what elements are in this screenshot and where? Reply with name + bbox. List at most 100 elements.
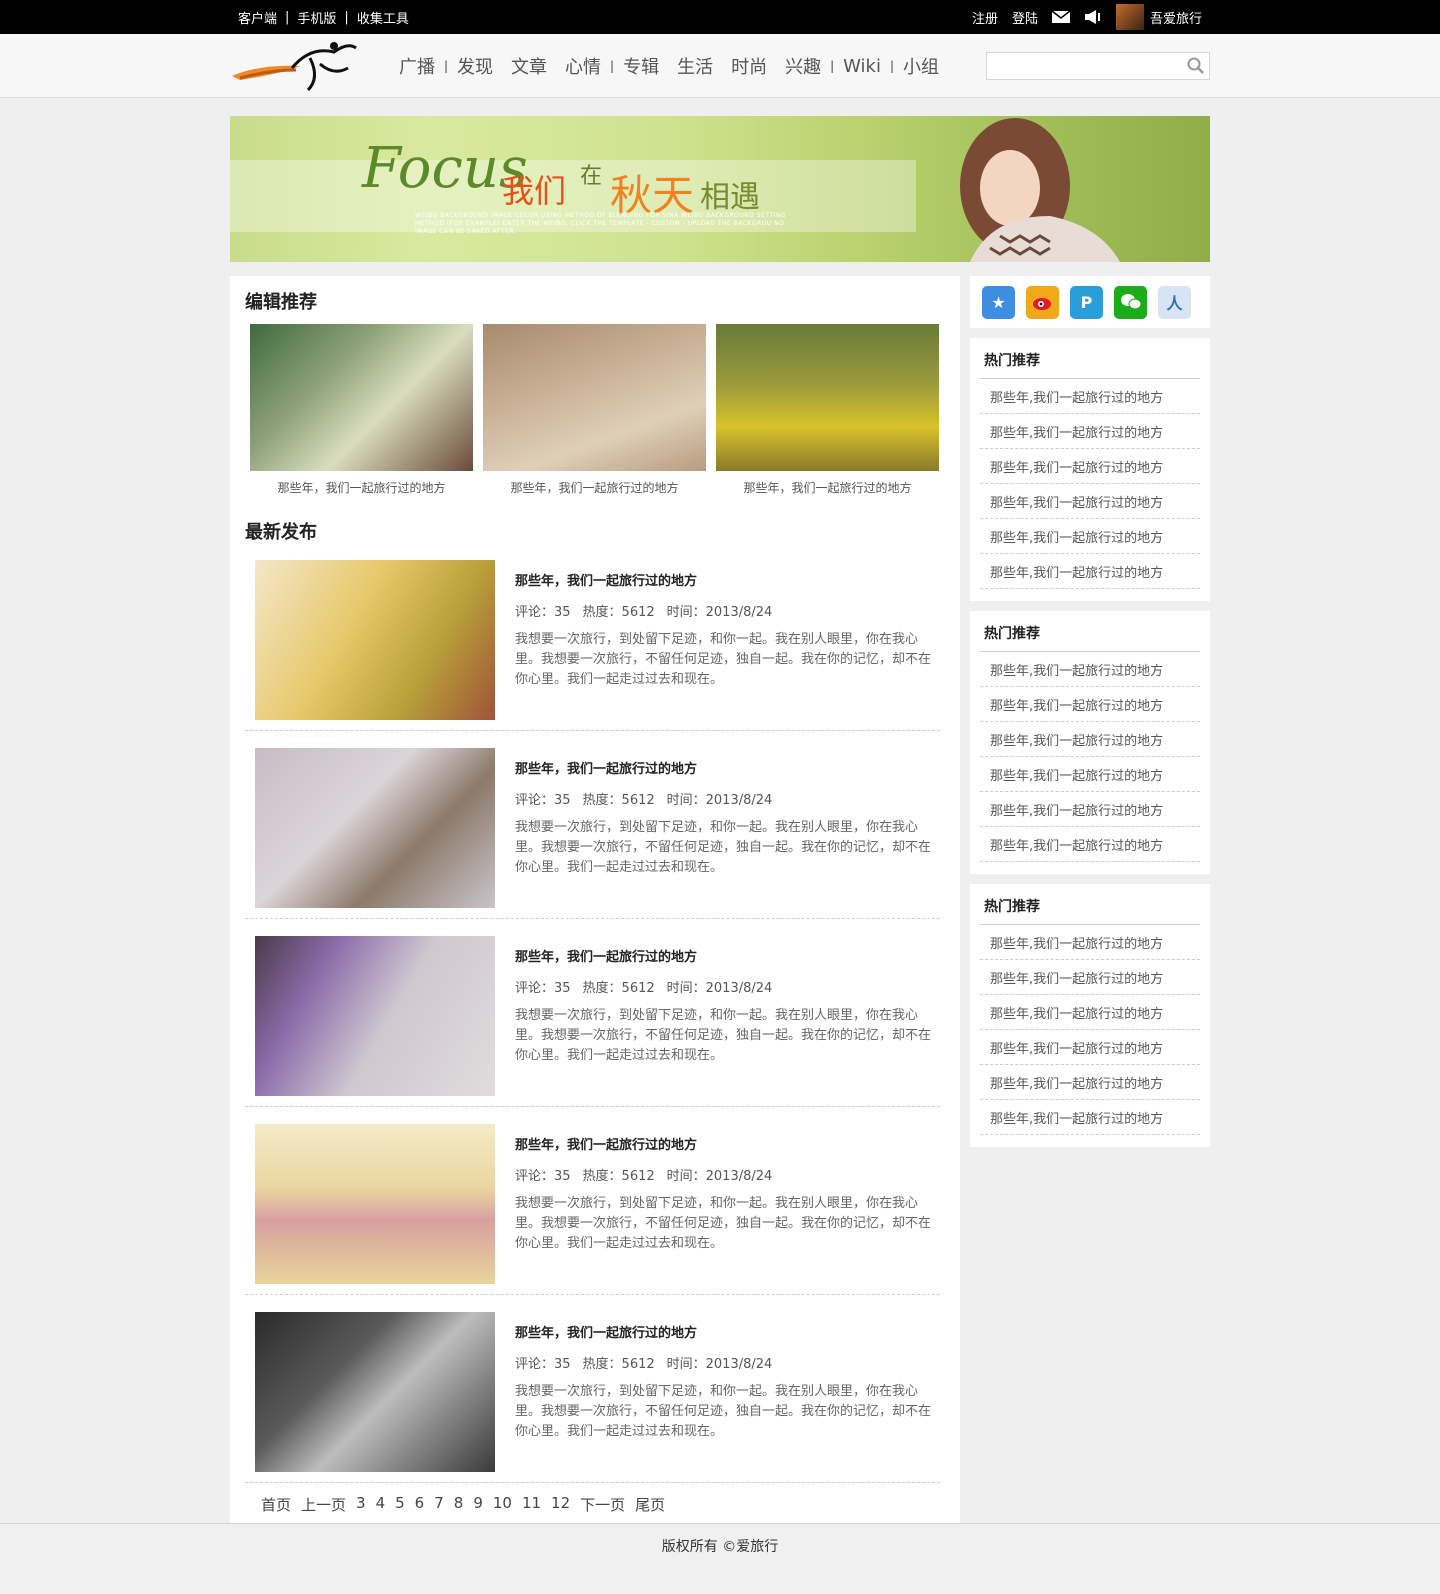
hot-item[interactable]: 那些年,我们一起旅行过的地方 xyxy=(980,722,1200,757)
qzone-icon[interactable]: ★ xyxy=(982,285,1015,319)
banner-photo xyxy=(930,116,1140,262)
hot-item[interactable]: 那些年,我们一起旅行过的地方 xyxy=(980,414,1200,449)
hot-item[interactable]: 那些年,我们一起旅行过的地方 xyxy=(980,519,1200,554)
post-item[interactable]: 那些年，我们一起旅行过的地方 评论：35 热度：5612 时间：2013/8/24 … xyxy=(245,554,940,731)
hot-item[interactable]: 那些年,我们一起旅行过的地方 xyxy=(980,1100,1200,1135)
post-title[interactable]: 那些年，我们一起旅行过的地方 xyxy=(515,570,933,589)
copyright: 版权所有 ©爱旅行 xyxy=(661,1539,779,1555)
editor-recs-title: 编辑推荐 xyxy=(245,292,317,313)
collect-tool-link[interactable]: 收集工具 xyxy=(357,8,409,27)
user-area: 注册 登陆 吾爱旅行 xyxy=(972,4,1202,30)
post-title[interactable]: 那些年，我们一起旅行过的地方 xyxy=(515,1134,933,1153)
rec-card[interactable]: 那些年，我们一起旅行过的地方 xyxy=(716,324,939,496)
rec-caption: 那些年，我们一起旅行过的地方 xyxy=(510,481,679,495)
post-comments: 评论：35 xyxy=(515,1169,571,1184)
search-input[interactable] xyxy=(987,53,1183,79)
page-number[interactable]: 9 xyxy=(473,1494,483,1515)
rec-image xyxy=(483,324,706,471)
nav-broadcast[interactable]: 广播 xyxy=(390,53,444,79)
page-number[interactable]: 11 xyxy=(522,1494,541,1515)
hot-item[interactable]: 那些年,我们一起旅行过的地方 xyxy=(980,757,1200,792)
tencent-weibo-icon[interactable]: P xyxy=(1070,285,1103,319)
page-number[interactable]: 6 xyxy=(415,1494,425,1515)
hot-item[interactable]: 那些年,我们一起旅行过的地方 xyxy=(980,1030,1200,1065)
post-heat: 热度：5612 xyxy=(582,793,655,808)
hot-item[interactable]: 那些年,我们一起旅行过的地方 xyxy=(980,449,1200,484)
login-link[interactable]: 登陆 xyxy=(1012,8,1038,27)
post-title[interactable]: 那些年，我们一起旅行过的地方 xyxy=(515,946,933,965)
main-content: 编辑推荐 那些年，我们一起旅行过的地方 那些年，我们一起旅行过的地方 那些年，我… xyxy=(230,276,960,1533)
post-meta: 评论：35 热度：5612 时间：2013/8/24 xyxy=(515,601,933,620)
hot-item[interactable]: 那些年,我们一起旅行过的地方 xyxy=(980,687,1200,722)
nav-life[interactable]: 生活 xyxy=(668,53,722,79)
hot-item[interactable]: 那些年,我们一起旅行过的地方 xyxy=(980,925,1200,960)
search-icon[interactable] xyxy=(1183,53,1209,79)
register-link[interactable]: 注册 xyxy=(972,8,998,27)
page-number[interactable]: 10 xyxy=(493,1494,512,1515)
hot-item[interactable]: 那些年,我们一起旅行过的地方 xyxy=(980,652,1200,687)
post-time: 时间：2013/8/24 xyxy=(666,1169,773,1184)
page-prev[interactable]: 上一页 xyxy=(301,1494,346,1515)
nav-wiki[interactable]: Wiki xyxy=(834,56,890,77)
page-first[interactable]: 首页 xyxy=(261,1494,291,1515)
hot-item[interactable]: 那些年,我们一起旅行过的地方 xyxy=(980,1065,1200,1100)
hot-item[interactable]: 那些年,我们一起旅行过的地方 xyxy=(980,554,1200,589)
weibo-icon[interactable] xyxy=(1026,285,1059,319)
page-last[interactable]: 尾页 xyxy=(635,1494,665,1515)
page-number[interactable]: 7 xyxy=(434,1494,444,1515)
wechat-icon[interactable] xyxy=(1114,285,1147,319)
post-item[interactable]: 那些年，我们一起旅行过的地方 评论：35 热度：5612 时间：2013/8/24 … xyxy=(245,930,940,1107)
post-heat: 热度：5612 xyxy=(582,1169,655,1184)
hero-banner[interactable]: Focus 我们 在 秋天 相遇 WEIBO BACKGROUND IMAGE … xyxy=(230,116,1210,262)
hot-item[interactable]: 那些年,我们一起旅行过的地方 xyxy=(980,379,1200,414)
post-title[interactable]: 那些年，我们一起旅行过的地方 xyxy=(515,1322,933,1341)
hot-item[interactable]: 那些年,我们一起旅行过的地方 xyxy=(980,995,1200,1030)
hot-item[interactable]: 那些年,我们一起旅行过的地方 xyxy=(980,827,1200,862)
nav-discover[interactable]: 发现 xyxy=(448,53,502,79)
page-number[interactable]: 12 xyxy=(551,1494,570,1515)
nav-fashion[interactable]: 时尚 xyxy=(722,53,776,79)
hot-item[interactable]: 那些年,我们一起旅行过的地方 xyxy=(980,792,1200,827)
speaker-icon[interactable] xyxy=(1084,10,1102,24)
page-number[interactable]: 8 xyxy=(454,1494,464,1515)
hot-item[interactable]: 那些年,我们一起旅行过的地方 xyxy=(980,960,1200,995)
post-desc: 我想要一次旅行，到处留下足迹，和你一起。我在别人眼里，你在我心里。我想要一次旅行… xyxy=(515,820,932,875)
user-menu[interactable]: 吾爱旅行 xyxy=(1115,4,1202,30)
post-heat: 热度：5612 xyxy=(582,1357,655,1372)
post-item[interactable]: 那些年，我们一起旅行过的地方 评论：35 热度：5612 时间：2013/8/24 … xyxy=(245,1118,940,1295)
mail-icon[interactable] xyxy=(1051,10,1071,24)
divider: | xyxy=(344,9,349,25)
mobile-link[interactable]: 手机版 xyxy=(297,8,336,27)
pagination: 首页 上一页 3 4 5 6 7 8 9 10 11 12 下一页 尾页 xyxy=(245,1494,945,1515)
main-nav: 广播 | 发现 文章 心情 | 专辑 生活 时尚 兴趣 | Wiki | 小组 xyxy=(390,53,948,79)
page-number[interactable]: 5 xyxy=(395,1494,405,1515)
post-item[interactable]: 那些年，我们一起旅行过的地方 评论：35 热度：5612 时间：2013/8/24 … xyxy=(245,742,940,919)
nav-groups[interactable]: 小组 xyxy=(894,53,948,79)
nav-mood[interactable]: 心情 xyxy=(556,53,610,79)
renren-icon[interactable]: 人 xyxy=(1158,285,1191,319)
post-image xyxy=(255,748,495,908)
post-item[interactable]: 那些年，我们一起旅行过的地方 评论：35 热度：5612 时间：2013/8/24 … xyxy=(245,1306,940,1483)
banner-title-part: 我们 xyxy=(502,172,567,210)
post-image xyxy=(255,936,495,1096)
post-desc: 我想要一次旅行，到处留下足迹，和你一起。我在别人眼里，你在我心里。我想要一次旅行… xyxy=(515,1008,932,1063)
post-comments: 评论：35 xyxy=(515,1357,571,1372)
banner-subtext: WEIBO BACKGROUND IMAGE COLOR USING METHO… xyxy=(415,212,786,235)
page-number[interactable]: 3 xyxy=(356,1494,366,1515)
nav-articles[interactable]: 文章 xyxy=(502,53,556,79)
post-title[interactable]: 那些年，我们一起旅行过的地方 xyxy=(515,758,933,777)
hot-block: 热门推荐 那些年,我们一起旅行过的地方 那些年,我们一起旅行过的地方 那些年,我… xyxy=(970,338,1210,601)
nav-interests[interactable]: 兴趣 xyxy=(776,53,830,79)
page-number[interactable]: 4 xyxy=(376,1494,386,1515)
client-link[interactable]: 客户端 xyxy=(238,8,277,27)
page-next[interactable]: 下一页 xyxy=(580,1494,625,1515)
rec-card[interactable]: 那些年，我们一起旅行过的地方 xyxy=(250,324,473,496)
hot-item[interactable]: 那些年,我们一起旅行过的地方 xyxy=(980,484,1200,519)
username: 吾爱旅行 xyxy=(1149,11,1202,27)
site-logo[interactable] xyxy=(230,38,360,94)
search-box xyxy=(986,52,1210,80)
rec-card[interactable]: 那些年，我们一起旅行过的地方 xyxy=(483,324,706,496)
post-meta: 评论：35 热度：5612 时间：2013/8/24 xyxy=(515,789,933,808)
post-time: 时间：2013/8/24 xyxy=(666,1357,773,1372)
nav-albums[interactable]: 专辑 xyxy=(614,53,668,79)
